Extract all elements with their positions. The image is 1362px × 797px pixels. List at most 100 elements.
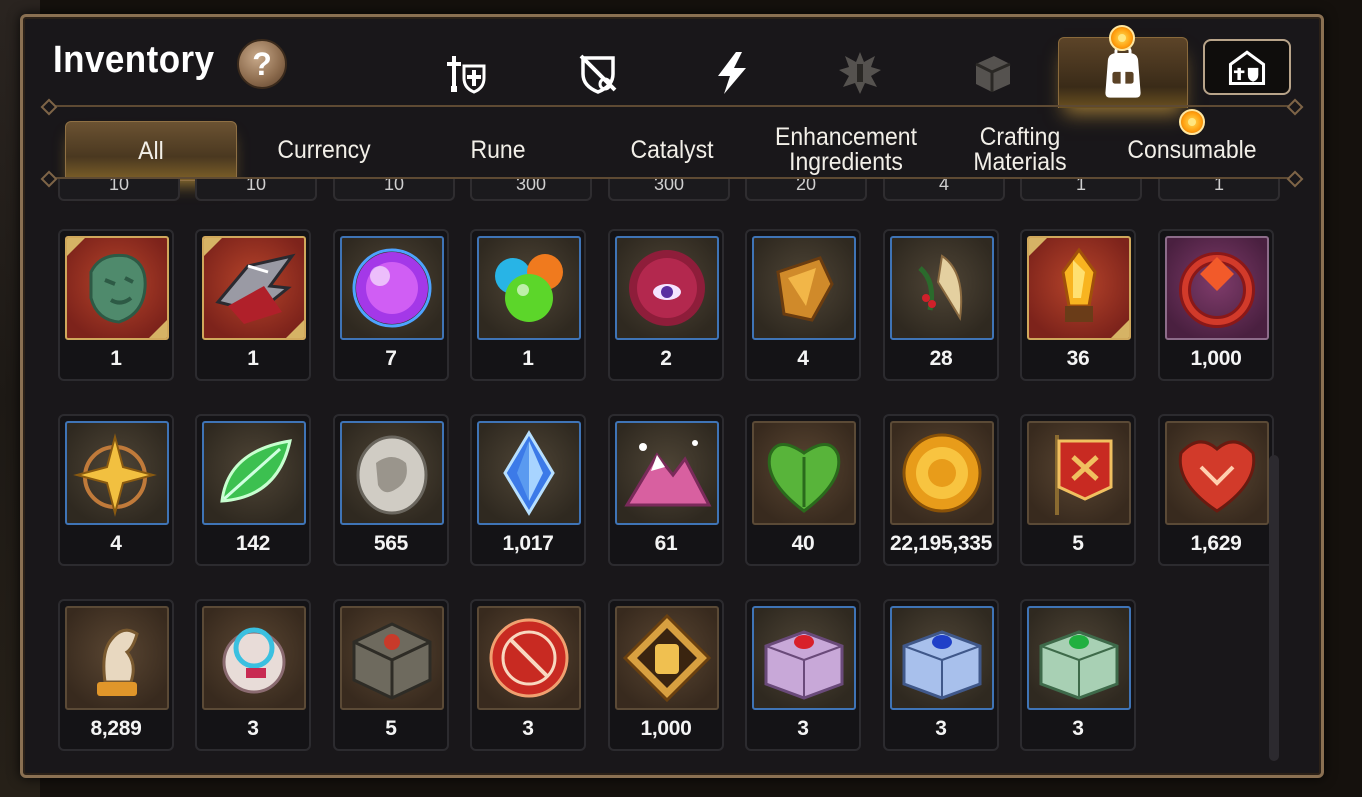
item-slot[interactable]: 8,289: [58, 599, 174, 751]
green-leaf-icon: [220, 439, 292, 503]
green-chest-icon: [1039, 630, 1119, 700]
pink-mountain-icon: [624, 440, 712, 507]
item-frame: [1027, 606, 1131, 710]
item-slot-partial[interactable]: 300: [470, 179, 592, 201]
item-slot[interactable]: 2: [608, 229, 724, 381]
item-quantity: 142: [235, 532, 271, 555]
special-tab-icon: [839, 52, 881, 94]
item-quantity: 1,629: [1190, 532, 1242, 555]
item-frame: [65, 236, 169, 340]
item-quantity: 1,000: [1190, 347, 1242, 370]
fire-crystal-icon: [1061, 247, 1097, 322]
help-button[interactable]: ?: [237, 39, 287, 89]
item-slot[interactable]: 61: [608, 414, 724, 566]
item-frame: [477, 421, 581, 525]
scrollbar[interactable]: [1269, 455, 1279, 761]
item-slot[interactable]: 1: [195, 229, 311, 381]
item-slot[interactable]: 1,629: [1158, 414, 1274, 566]
tab-all[interactable]: All: [65, 121, 237, 181]
red-seal-icon: [489, 618, 569, 698]
item-frame: [202, 421, 306, 525]
backpack-tab-icon: [1105, 46, 1141, 98]
item-slot[interactable]: 22,195,335: [883, 414, 999, 566]
item-slot-partial[interactable]: 10: [195, 179, 317, 201]
item-slot-partial[interactable]: 20: [745, 179, 867, 201]
item-slot-partial[interactable]: 1: [1020, 179, 1142, 201]
item-quantity: 1,000: [640, 717, 692, 740]
item-quantity: 4: [110, 532, 122, 555]
item-slot-partial[interactable]: 10: [333, 179, 455, 201]
item-slot[interactable]: 36: [1020, 229, 1136, 381]
divider-ornament: [40, 98, 58, 116]
skill-tab-icon: [718, 52, 746, 94]
item-frame: [890, 236, 994, 340]
panel-corner: [23, 17, 41, 35]
item-slot-partial[interactable]: 4: [883, 179, 1005, 201]
artifact-tab-icon: [579, 54, 617, 94]
item-quantity: 5: [1072, 532, 1084, 555]
item-slot[interactable]: 7: [333, 229, 449, 381]
storage-icon: [1228, 50, 1266, 86]
item-slot[interactable]: 3: [470, 599, 586, 751]
item-slot[interactable]: 40: [745, 414, 861, 566]
divider-ornament: [1286, 98, 1304, 116]
box-tab[interactable]: [965, 47, 1021, 99]
equipment-tab[interactable]: [439, 47, 495, 99]
item-frame: [202, 236, 306, 340]
special-tab[interactable]: [832, 47, 888, 99]
item-slot[interactable]: 565: [333, 414, 449, 566]
item-slot-partial[interactable]: 10: [58, 179, 180, 201]
item-frame: [340, 606, 444, 710]
tab-crafting-materials[interactable]: Crafting Materials: [942, 121, 1098, 179]
item-slot-partial[interactable]: 300: [608, 179, 730, 201]
item-quantity: 3: [797, 717, 809, 740]
notification-badge: [1109, 25, 1135, 51]
purple-orb-icon: [352, 248, 432, 328]
item-slot[interactable]: 28: [883, 229, 999, 381]
item-quantity: 3: [935, 717, 947, 740]
tab-catalyst[interactable]: Catalyst: [594, 121, 750, 179]
item-frame: [477, 606, 581, 710]
item-slot[interactable]: 4: [745, 229, 861, 381]
color-orbs-icon: [495, 254, 563, 322]
item-slot[interactable]: 5: [333, 599, 449, 751]
horse-trophy-icon: [97, 628, 139, 696]
item-slot[interactable]: 1,000: [608, 599, 724, 751]
item-quantity: 22,195,335: [889, 532, 993, 555]
banner-icon: [1055, 435, 1113, 515]
skill-tab[interactable]: [703, 47, 759, 99]
tab-enhancement-ingredients[interactable]: Enhancement Ingredients: [768, 121, 924, 179]
item-slot[interactable]: 3: [745, 599, 861, 751]
item-quantity: 5: [385, 717, 397, 740]
item-slot[interactable]: 4: [58, 414, 174, 566]
item-slot[interactable]: 1: [58, 229, 174, 381]
item-quantity: 1,017: [502, 532, 554, 555]
item-quantity: 2: [660, 347, 672, 370]
item-frame: [615, 421, 719, 525]
item-quantity: 3: [522, 717, 534, 740]
item-frame: [890, 421, 994, 525]
stone-mask-icon: [89, 253, 147, 324]
item-slot[interactable]: 142: [195, 414, 311, 566]
item-slot[interactable]: 3: [195, 599, 311, 751]
storage-button[interactable]: [1203, 39, 1291, 95]
item-slot[interactable]: 1,000: [1158, 229, 1274, 381]
tab-currency[interactable]: Currency: [246, 121, 402, 179]
star-amulet-icon: [73, 433, 157, 517]
item-slot[interactable]: 3: [1020, 599, 1136, 751]
item-frame: [340, 421, 444, 525]
box-tab-icon: [975, 56, 1011, 92]
item-quantity: 61: [654, 532, 678, 555]
item-slot-partial[interactable]: 1: [1158, 179, 1280, 201]
divider-ornament: [40, 170, 58, 188]
amber-shard-icon: [776, 256, 834, 322]
tab-rune[interactable]: Rune: [420, 121, 576, 179]
page-title: Inventory: [53, 39, 215, 81]
artifact-tab[interactable]: [570, 47, 626, 99]
item-quantity: 4: [797, 347, 809, 370]
item-slot[interactable]: 1,017: [470, 414, 586, 566]
silver-coin-icon: [356, 435, 428, 515]
item-slot[interactable]: 3: [883, 599, 999, 751]
item-slot[interactable]: 1: [470, 229, 586, 381]
item-slot[interactable]: 5: [1020, 414, 1136, 566]
